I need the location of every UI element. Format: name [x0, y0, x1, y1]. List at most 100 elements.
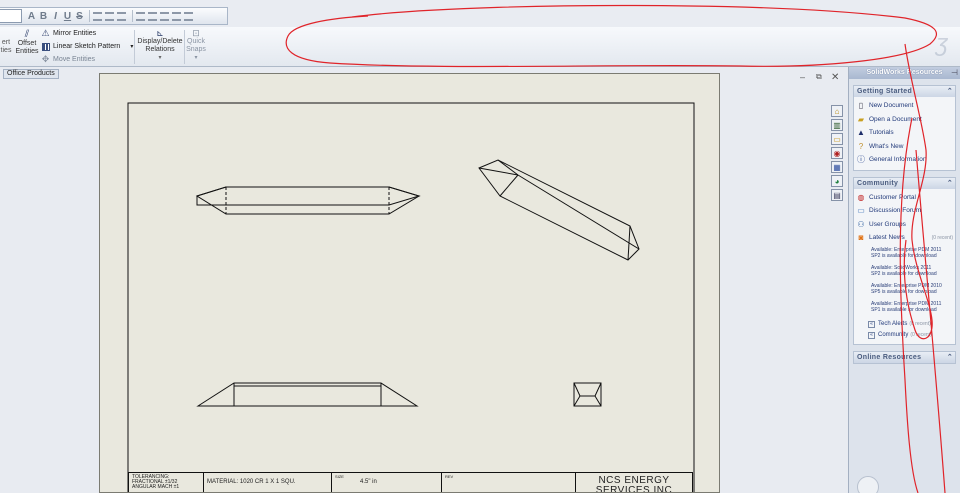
search-tab-icon[interactable]: ◉	[831, 147, 843, 159]
insert-entities-label[interactable]: ert ties	[0, 39, 12, 55]
move-icon: ✥	[41, 54, 50, 64]
discussion-forum-link[interactable]: ▭ Discussion Forum	[856, 204, 953, 218]
indent-icon[interactable]	[172, 11, 181, 21]
quick-snaps-button[interactable]: ⊡ Quick Snaps ▾	[185, 28, 207, 62]
task-pane-title: SolidWorks Resources	[849, 67, 960, 79]
minimize-icon[interactable]: –	[800, 72, 805, 82]
mirror-entities-button[interactable]: ⚠ Mirror Entities	[41, 28, 97, 38]
move-entities-button[interactable]: ✥ Move Entities	[41, 54, 96, 64]
size-label: SIZE	[335, 474, 344, 479]
tutorials-label: Tutorials	[869, 129, 894, 137]
title-block: TOLERANCING: FRACTIONAL ±1/32 ANGULAR MA…	[128, 472, 693, 493]
file-explorer-tab-icon[interactable]: ▭	[831, 133, 843, 145]
latest-news-label: Latest News	[869, 234, 905, 242]
display-delete-relations-button[interactable]: ⊾ Display/Delete Relations ▾	[137, 28, 183, 62]
chevron-down-icon[interactable]: ▾	[130, 43, 133, 50]
restore-icon[interactable]: ⧉	[816, 72, 822, 82]
latest-news-count: (0 recent)	[931, 234, 953, 241]
relations-icon: ⊾	[156, 28, 164, 38]
news-item[interactable]: Available: SolidWorks 2011 SP2 is availa…	[856, 265, 953, 277]
custom-properties-tab-icon[interactable]: ▤	[831, 189, 843, 201]
getting-started-header[interactable]: Getting Started ⌃	[854, 86, 955, 97]
news-item[interactable]: Available: Enterprise PDM 2011 SP2 is av…	[856, 247, 953, 259]
expand-icon[interactable]: «	[868, 331, 875, 339]
expand-icon[interactable]: «	[868, 320, 875, 328]
open-document-label: Open a Document	[869, 115, 922, 123]
align-right-icon[interactable]	[117, 11, 126, 21]
expand-icon[interactable]: ⌃	[947, 352, 953, 363]
tech-alerts-count: (0 recent)	[909, 321, 931, 327]
offset-entities-button[interactable]: ⫽ Offset Entities	[15, 30, 39, 56]
whats-new-icon: ?	[858, 141, 864, 151]
material-text: MATERIAL: 1020 CR 1 X 1 SQU.	[204, 473, 332, 492]
online-resources-title: Online Resources	[857, 353, 922, 361]
open-document-icon: ▰	[857, 114, 865, 124]
user-groups-link[interactable]: ⚇ User Groups	[856, 218, 953, 232]
latest-news-link[interactable]: ◙ Latest News (0 recent)	[856, 231, 953, 245]
community-section: Community ⌃ ◍ Customer Portal ▭ Discussion …	[853, 176, 956, 345]
online-resources-section: Online Resources ⌃	[853, 350, 956, 364]
view-palette-tab-icon[interactable]: ▦	[831, 161, 843, 173]
design-library-tab-icon[interactable]: ▥	[831, 119, 843, 131]
quick-snaps-icon: ⊡	[192, 28, 200, 38]
line-spacing-icon[interactable]	[136, 11, 145, 21]
text-format-toolbar: A B I U S	[0, 7, 228, 25]
collapse-icon[interactable]: ⌃	[947, 86, 953, 97]
tech-alerts-link[interactable]: «Tech Alerts (0 recent)	[856, 319, 953, 330]
toolbar-separator	[89, 10, 90, 22]
size-cell: SIZE 4.5" in	[332, 473, 442, 492]
whats-new-link[interactable]: ? What's New	[856, 140, 953, 154]
italic-button[interactable]: I	[50, 9, 61, 23]
offset-entities-label: Offset Entities	[15, 40, 39, 55]
ribbon-separator	[134, 30, 135, 64]
strikethrough-button[interactable]: S	[74, 9, 85, 23]
appearances-tab-icon[interactable]: ◕	[831, 175, 843, 187]
tutorials-link[interactable]: ▲ Tutorials	[856, 126, 953, 140]
linear-sketch-pattern-button[interactable]: Linear Sketch Pattern ▾	[41, 42, 133, 51]
bullets-icon[interactable]	[148, 11, 157, 21]
outdent-icon[interactable]	[184, 11, 193, 21]
company-name: NCS ENERGY SERVICES INC	[595, 475, 673, 493]
news-item[interactable]: Available: Enterprise PDM 2011 SP1 is av…	[856, 301, 953, 313]
bold-button[interactable]: B	[38, 9, 49, 23]
drawing-view-end	[573, 382, 602, 407]
sheet-border	[127, 102, 695, 492]
close-icon[interactable]: ✕	[831, 72, 839, 83]
user-groups-icon: ⚇	[857, 219, 865, 229]
getting-started-title: Getting Started	[857, 88, 913, 95]
rss-icon: ◙	[858, 233, 864, 243]
underline-button[interactable]: U	[62, 9, 73, 23]
chevron-down-icon: ▾	[194, 55, 198, 61]
community-header[interactable]: Community ⌃	[854, 177, 955, 189]
tolerancing-text: TOLERANCING: FRACTIONAL ±1/32 ANGULAR MA…	[129, 473, 204, 492]
general-information-link[interactable]: ⓘ General Information	[856, 153, 953, 167]
online-resources-header[interactable]: Online Resources ⌃	[854, 351, 955, 363]
command-manager-ribbon: ert ties ⫽ Offset Entities ⚠ Mirror Entit…	[0, 27, 960, 67]
rev-cell: REV	[442, 473, 576, 492]
drawing-view-bottom	[196, 382, 419, 407]
collapse-icon[interactable]: ⌃	[947, 178, 953, 189]
linear-pattern-icon	[41, 42, 50, 51]
pin-icon[interactable]: ⊣	[951, 68, 958, 77]
numbering-icon[interactable]	[160, 11, 169, 21]
align-center-icon[interactable]	[105, 11, 114, 21]
document-tab[interactable]: Office Products	[3, 69, 59, 79]
drawing-sheet[interactable]: TOLERANCING: FRACTIONAL ±1/32 ANGULAR MA…	[99, 73, 720, 493]
mirror-icon: ⚠	[41, 28, 50, 38]
toolbar-separator	[132, 10, 133, 22]
move-entities-label: Move Entities	[53, 56, 96, 63]
font-size-input[interactable]	[0, 9, 22, 23]
solidworks-resources-tab-icon[interactable]: ⌂	[831, 105, 843, 117]
community-feed-link[interactable]: «Community (0 recent)	[856, 330, 953, 341]
new-document-link[interactable]: ▯ New Document	[856, 99, 953, 113]
font-color-button[interactable]: A	[26, 9, 37, 23]
linear-sketch-pattern-label: Linear Sketch Pattern	[53, 43, 121, 50]
news-item[interactable]: Available: Enterprise PDM 2010 SP5 is av…	[856, 283, 953, 295]
open-document-link[interactable]: ▰ Open a Document	[856, 113, 953, 127]
size-value: 4.5" in	[360, 479, 377, 485]
help-icon[interactable]	[857, 476, 879, 493]
drawing-views	[127, 102, 695, 492]
customer-portal-link[interactable]: ◍ Customer Portal	[856, 191, 953, 205]
mirror-entities-label: Mirror Entities	[53, 30, 97, 37]
align-left-icon[interactable]	[93, 11, 102, 21]
